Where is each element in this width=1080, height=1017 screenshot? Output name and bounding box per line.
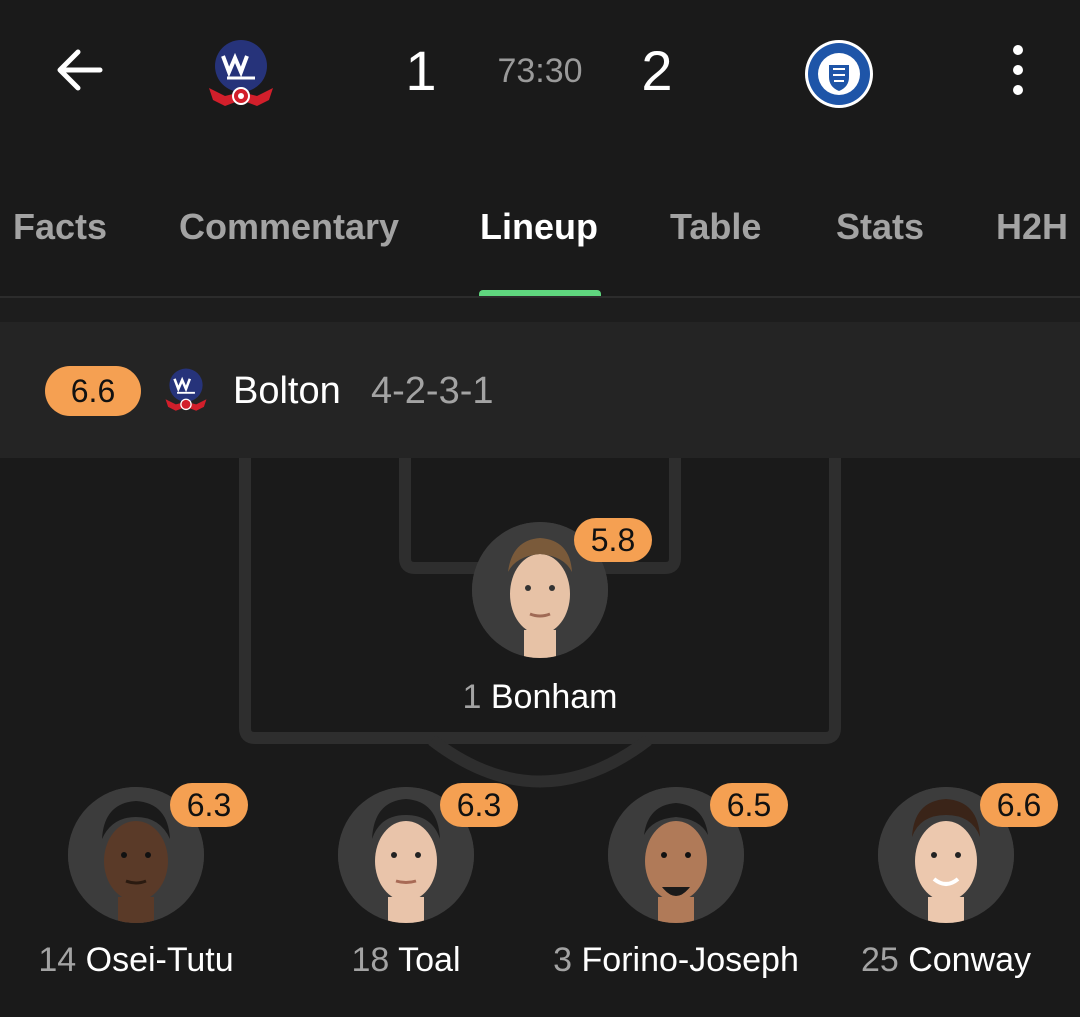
team-header[interactable]: 6.6 Bolton 4-2-3-1 — [0, 322, 1080, 458]
section-gap — [0, 298, 1080, 322]
player-card[interactable]: 5.8 1 Bonham — [390, 518, 690, 718]
player-label: 1 Bonham — [390, 678, 690, 717]
more-options-button[interactable] — [998, 40, 1038, 100]
tab-h2h[interactable]: H2H — [996, 206, 1068, 248]
home-score: 1 — [405, 39, 437, 102]
player-number: 25 — [860, 941, 899, 979]
team-crest — [163, 364, 209, 414]
player-label: 14 Osei-Tutu — [0, 941, 272, 980]
player-card[interactable]: 6.3 18 Toal — [270, 783, 540, 1013]
player-number: 14 — [38, 941, 77, 979]
bolton-crest-icon — [209, 40, 273, 106]
player-name: Conway — [908, 941, 1032, 979]
player-rating-badge: 6.5 — [710, 783, 788, 827]
tab-lineup[interactable]: Lineup — [480, 206, 598, 248]
stockport-crest-icon — [805, 40, 873, 108]
player-name: Bonham — [490, 678, 618, 716]
player-name: Toal — [398, 941, 461, 979]
bolton-crest-small-icon — [165, 368, 207, 411]
player-rating-badge: 6.3 — [170, 783, 248, 827]
player-rating-badge: 6.3 — [440, 783, 518, 827]
tab-stats[interactable]: Stats — [836, 206, 924, 248]
tab-facts[interactable]: Facts — [13, 206, 107, 248]
tab-bar: Facts Commentary Lineup Table Stats H2H — [0, 180, 1080, 296]
match-screen: 1 73:30 2 Facts Commentary Lineup Table — [0, 0, 1080, 1017]
team-formation: 4-2-3-1 — [371, 370, 494, 412]
tab-table[interactable]: Table — [670, 206, 761, 248]
player-number: 18 — [351, 941, 390, 979]
player-label: 3 Forino-Joseph — [540, 941, 812, 980]
player-label: 18 Toal — [270, 941, 542, 980]
player-name: Osei-Tutu — [85, 941, 234, 979]
away-score: 2 — [641, 39, 673, 102]
player-rating-badge: 6.6 — [980, 783, 1058, 827]
player-number: 3 — [553, 941, 573, 979]
match-clock: 73:30 — [497, 52, 583, 90]
player-label: 25 Conway — [810, 941, 1080, 980]
back-button[interactable] — [50, 40, 110, 100]
player-card[interactable]: 6.3 14 Osei-Tutu — [0, 783, 270, 1013]
more-vertical-icon — [1013, 45, 1023, 95]
team-name: Bolton — [233, 370, 341, 412]
team-rating-badge: 6.6 — [45, 366, 141, 416]
player-name: Forino-Joseph — [581, 941, 799, 979]
match-header: 1 73:30 2 — [0, 0, 1080, 150]
home-team-crest[interactable] — [205, 34, 277, 110]
player-number: 1 — [462, 678, 482, 716]
arrow-left-icon — [57, 49, 103, 91]
player-card[interactable]: 6.6 25 Conway — [810, 783, 1080, 1013]
lineup-pitch: 5.8 1 Bonham 6.3 14 Osei-Tutu 6.3 18 Toa… — [0, 458, 1080, 1017]
player-card[interactable]: 6.5 3 Forino-Joseph — [540, 783, 810, 1013]
player-rating-badge: 5.8 — [574, 518, 652, 562]
away-team-crest[interactable] — [804, 39, 874, 109]
tab-commentary[interactable]: Commentary — [179, 206, 399, 248]
